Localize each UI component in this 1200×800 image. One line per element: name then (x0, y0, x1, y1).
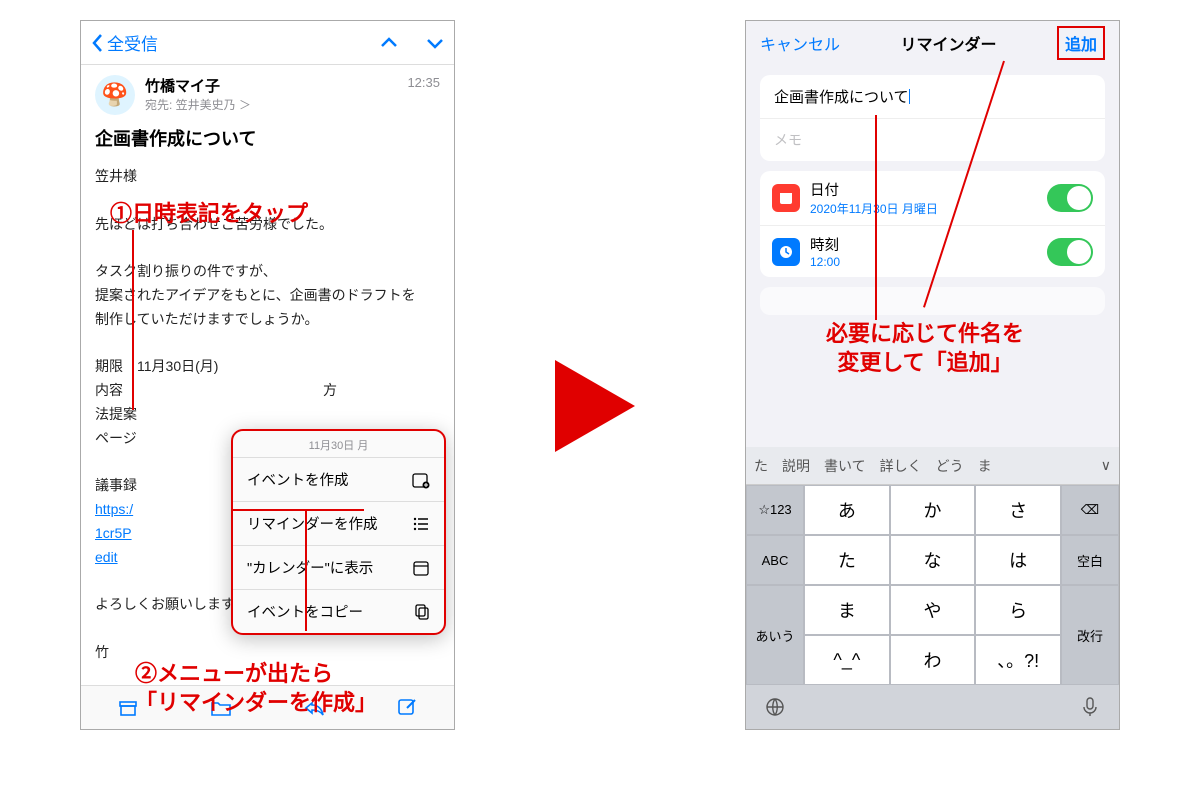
mail-subject: 企画書作成について (81, 119, 454, 161)
right-phone: キャンセル リマインダー 追加 企画書作成について メモ 日付 2020年11月… (745, 20, 1120, 730)
cancel-button[interactable]: キャンセル (760, 31, 840, 55)
key-ta[interactable]: た (804, 535, 890, 585)
datetime-card: 日付 2020年11月30日 月曜日 時刻 12:00 (760, 171, 1105, 277)
transition-arrow (555, 360, 635, 452)
avatar[interactable]: 🍄 (95, 75, 135, 115)
link[interactable]: https:/ (95, 501, 133, 517)
partial-card (760, 287, 1105, 315)
menu-date: 11月30日 月 (233, 431, 444, 457)
key-ya[interactable]: や (890, 585, 976, 635)
key-delete[interactable]: ⌫ (1061, 485, 1119, 535)
key-a[interactable]: あ (804, 485, 890, 535)
mic-icon[interactable] (1079, 696, 1101, 718)
time-row[interactable]: 時刻 12:00 (760, 225, 1105, 277)
key-wa[interactable]: わ (890, 635, 976, 685)
calendar-icon (412, 559, 430, 577)
list-icon (412, 515, 430, 533)
key-enter[interactable]: 改行 (1061, 585, 1119, 685)
left-phone: 全受信 🍄 竹橋マイ子 宛先: 笠井美史乃 ＞ 12:35 企画書作成について … (80, 20, 455, 730)
key-punct[interactable]: 、。?! (975, 635, 1061, 685)
reminder-memo-input[interactable]: メモ (760, 118, 1105, 161)
anno-line (132, 230, 134, 410)
date-context-menu: 11月30日 月 イベントを作成 リマインダーを作成 "カレンダー"に表示 イベ… (231, 429, 446, 635)
time-toggle[interactable] (1047, 238, 1093, 266)
mail-toolbar (81, 685, 454, 729)
link[interactable]: edit (95, 549, 118, 565)
keyboard: た 説明 書いて 詳しく どう ま ∨ ☆123 あ か さ ⌫ ABC た な… (746, 447, 1119, 729)
menu-create-event[interactable]: イベントを作成 (233, 457, 444, 501)
copy-icon (412, 603, 430, 621)
key-aiu[interactable]: あいう (746, 585, 804, 685)
title-card: 企画書作成について メモ (760, 75, 1105, 161)
date-row[interactable]: 日付 2020年11月30日 月曜日 (760, 171, 1105, 225)
globe-icon[interactable] (764, 696, 786, 718)
mail-header: 全受信 (81, 21, 454, 65)
menu-copy-event[interactable]: イベントをコピー (233, 589, 444, 633)
sender-name[interactable]: 竹橋マイ子 (145, 75, 251, 96)
page-title: リマインダー (900, 31, 996, 55)
key-face[interactable]: ^_^ (804, 635, 890, 685)
calendar-icon (772, 184, 800, 212)
deadline-date[interactable]: 11月30日(月) (137, 358, 218, 374)
up-arrow-icon[interactable] (380, 37, 398, 49)
reply-icon[interactable] (303, 697, 325, 719)
mail-time: 12:35 (407, 75, 440, 90)
mail-meta: 🍄 竹橋マイ子 宛先: 笠井美史乃 ＞ 12:35 (81, 65, 454, 119)
key-abc[interactable]: ABC (746, 535, 804, 585)
link[interactable]: 1cr5P (95, 525, 132, 541)
folder-icon[interactable] (210, 697, 232, 719)
key-ka[interactable]: か (890, 485, 976, 535)
menu-show-calendar[interactable]: "カレンダー"に表示 (233, 545, 444, 589)
key-ha[interactable]: は (975, 535, 1061, 585)
down-arrow-icon[interactable] (426, 37, 444, 49)
add-button[interactable]: 追加 (1057, 26, 1105, 60)
key-ra[interactable]: ら (975, 585, 1061, 635)
reminder-header: キャンセル リマインダー 追加 (746, 21, 1119, 65)
key-sa[interactable]: さ (975, 485, 1061, 535)
compose-icon[interactable] (396, 697, 418, 719)
date-toggle[interactable] (1047, 184, 1093, 212)
suggestions-bar[interactable]: た 説明 書いて 詳しく どう ま ∨ (746, 447, 1119, 485)
key-space[interactable]: 空白 (1061, 535, 1119, 585)
menu-create-reminder[interactable]: リマインダーを作成 (233, 501, 444, 545)
key-num[interactable]: ☆123 (746, 485, 804, 535)
back-button[interactable]: 全受信 (91, 30, 158, 55)
key-ma[interactable]: ま (804, 585, 890, 635)
recipient[interactable]: 宛先: 笠井美史乃 ＞ (145, 96, 251, 113)
anno-line (875, 115, 877, 320)
clock-icon (772, 238, 800, 266)
calendar-plus-icon (412, 471, 430, 489)
reminder-title-input[interactable]: 企画書作成について (760, 75, 1105, 118)
nav-arrows (380, 37, 444, 49)
archive-icon[interactable] (117, 697, 139, 719)
key-na[interactable]: な (890, 535, 976, 585)
anno-line (233, 509, 364, 511)
anno-line (305, 511, 307, 631)
